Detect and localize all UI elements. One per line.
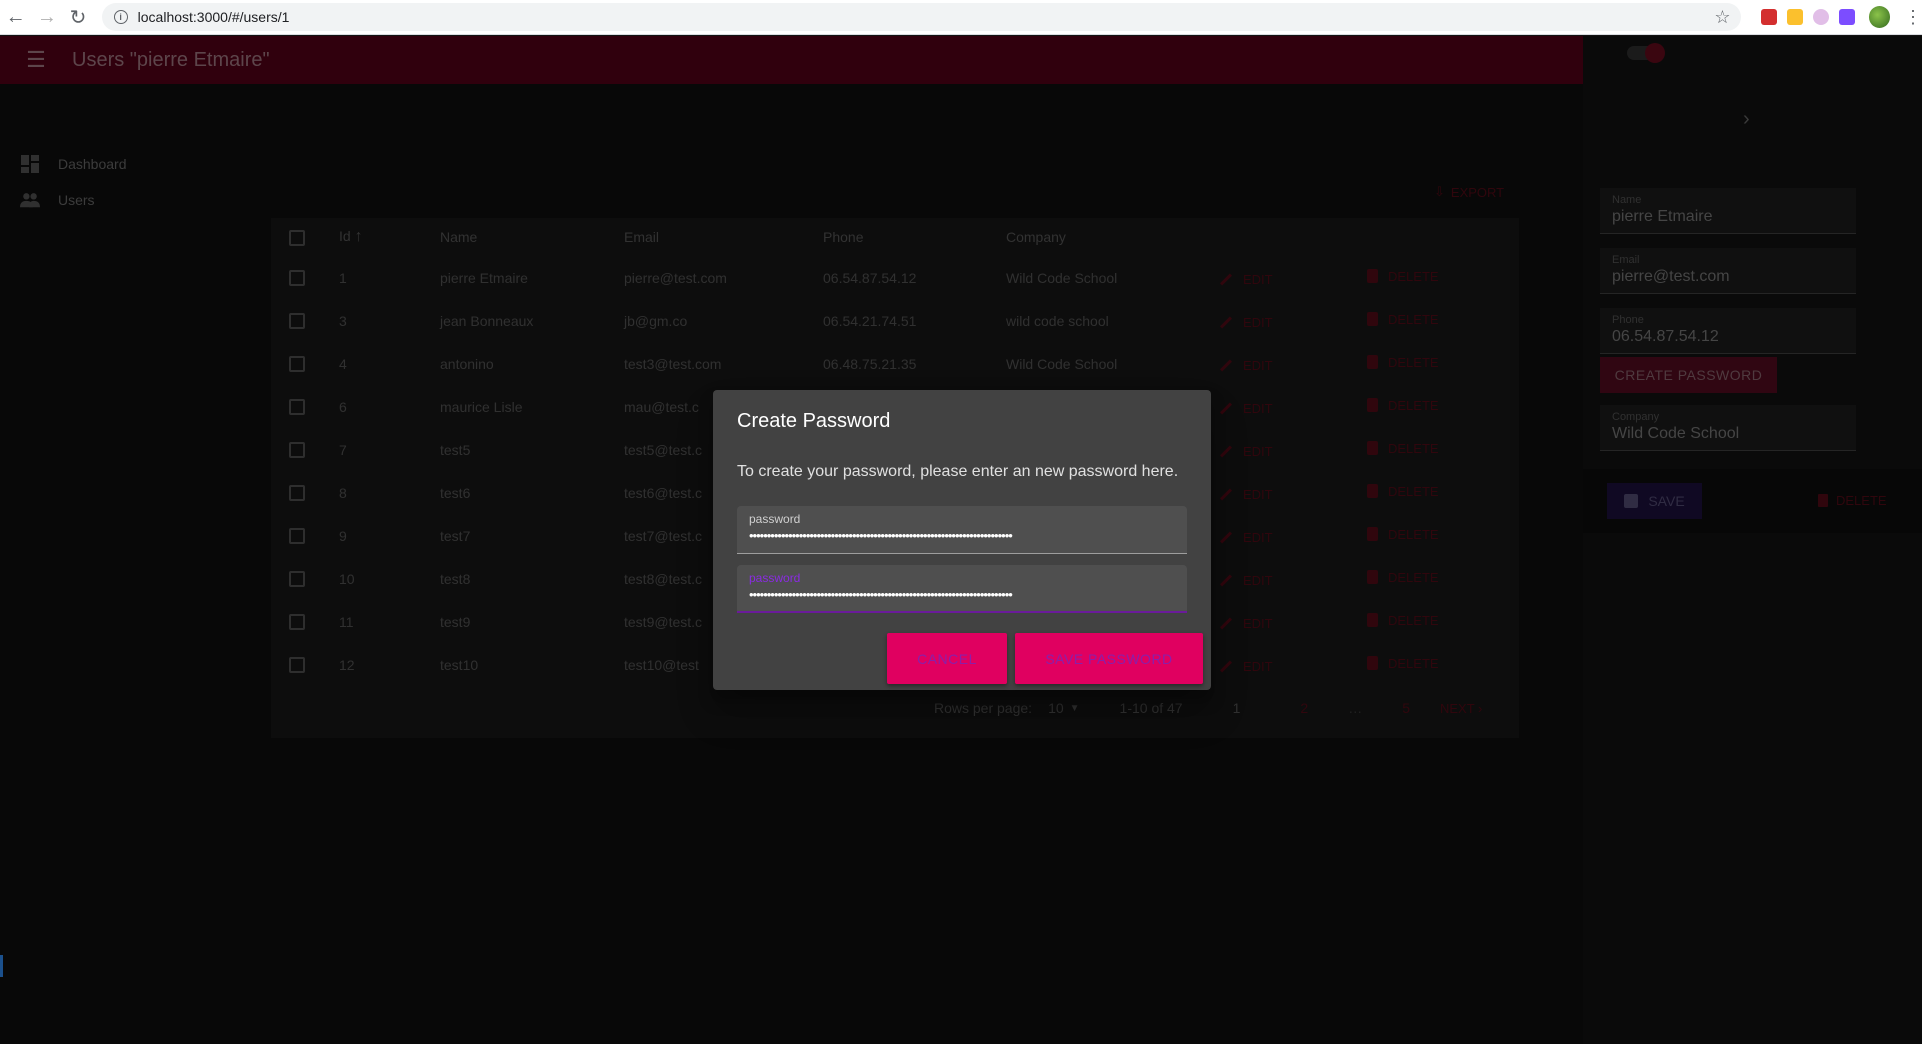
confirm-password-field[interactable]: password •••••••••••••••••••••••••••••••… xyxy=(737,565,1187,613)
field-label: password xyxy=(749,512,801,526)
dialog-text: To create your password, please enter an… xyxy=(737,463,1179,480)
reload-icon[interactable]: ↻ xyxy=(62,1,93,33)
info-icon[interactable]: i xyxy=(113,10,128,24)
field-label: password xyxy=(749,571,801,585)
field-value: ••••••••••••••••••••••••••••••••••••••••… xyxy=(749,528,1013,543)
field-value: ••••••••••••••••••••••••••••••••••••••••… xyxy=(749,587,1013,602)
extension-icon[interactable] xyxy=(1786,9,1803,25)
password-field[interactable]: password •••••••••••••••••••••••••••••••… xyxy=(737,506,1187,554)
extensions-area xyxy=(1760,9,1855,25)
url-text: localhost:3000/#/users/1 xyxy=(137,9,290,25)
profile-avatar[interactable] xyxy=(1868,6,1891,28)
address-bar[interactable]: i localhost:3000/#/users/1 ☆ xyxy=(101,3,1741,31)
save-password-button[interactable]: SAVE PASSWORD xyxy=(1015,633,1203,684)
browser-toolbar: ← → ↻ i localhost:3000/#/users/1 ☆ ⋮ xyxy=(0,0,1922,35)
bookmark-star-icon[interactable]: ☆ xyxy=(1714,7,1730,28)
extension-icon[interactable] xyxy=(1838,9,1855,25)
browser-menu-icon[interactable]: ⋮ xyxy=(1904,7,1922,28)
extension-icon[interactable] xyxy=(1812,9,1829,25)
extension-icon[interactable] xyxy=(1760,9,1777,25)
create-password-dialog: Create Password To create your password,… xyxy=(713,390,1211,690)
dialog-title: Create Password xyxy=(737,410,891,432)
cancel-button[interactable]: CANCEL xyxy=(887,633,1007,684)
dialog-actions: CANCEL SAVE PASSWORD xyxy=(887,633,1203,684)
back-icon[interactable]: ← xyxy=(0,1,31,33)
forward-icon[interactable]: → xyxy=(31,1,62,33)
